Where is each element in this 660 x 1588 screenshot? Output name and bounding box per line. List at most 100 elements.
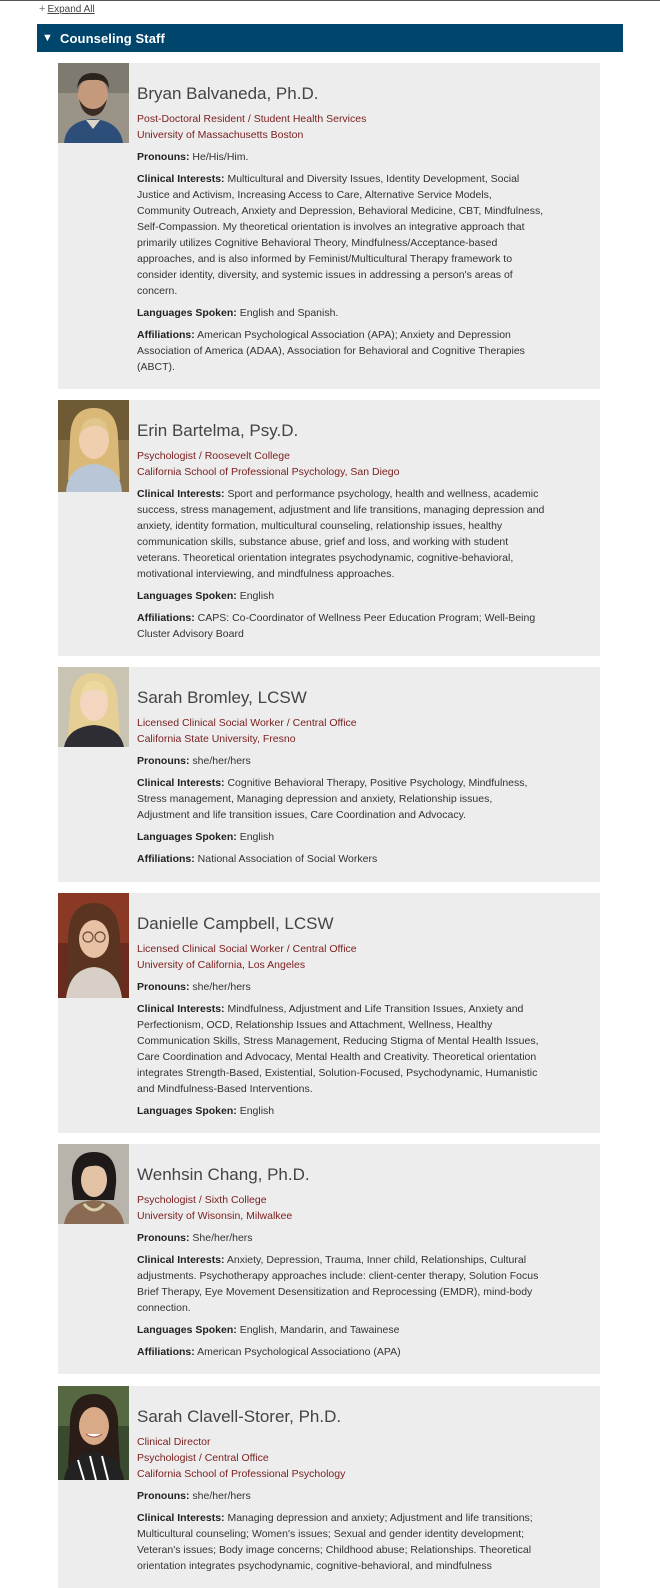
languages-label: Languages Spoken: <box>137 307 237 319</box>
affiliations-value: National Association of Social Workers <box>197 853 378 865</box>
staff-languages: Languages Spoken: English <box>137 1103 547 1119</box>
staff-education: California School of Professional Psycho… <box>137 1468 346 1480</box>
staff-roles: Clinical Director Psychologist / Central… <box>137 1434 547 1482</box>
staff-languages: Languages Spoken: English <box>137 829 547 845</box>
clinical-label: Clinical Interests: <box>137 1003 225 1015</box>
affiliations-label: Affiliations: <box>137 329 195 341</box>
pronouns-value: She/her/hers <box>192 1232 253 1244</box>
pronouns-value: He/His/Him. <box>192 151 249 163</box>
staff-education: California State University, Fresno <box>137 733 296 745</box>
staff-name: Danielle Campbell, LCSW <box>137 914 334 933</box>
section-header-counseling-staff[interactable]: ▼ Counseling Staff <box>37 24 623 52</box>
staff-affiliations: Affiliations: National Association of So… <box>137 851 547 867</box>
pronouns-label: Pronouns: <box>137 755 190 767</box>
staff-roles: Psychologist / Sixth College University … <box>137 1192 547 1224</box>
staff-card: Danielle Campbell, LCSW Licensed Clinica… <box>58 893 600 1133</box>
staff-role: Psychologist / Sixth College <box>137 1194 267 1206</box>
languages-value: English <box>239 590 275 602</box>
staff-clinical-interests: Clinical Interests: Anxiety, Depression,… <box>137 1252 547 1316</box>
affiliations-label: Affiliations: <box>137 612 195 624</box>
staff-name: Erin Bartelma, Psy.D. <box>137 421 299 440</box>
staff-roles: Post-Doctoral Resident / Student Health … <box>137 111 547 143</box>
staff-pronouns: Pronouns: she/her/hers <box>137 979 547 995</box>
staff-card: Wenhsin Chang, Ph.D. Psychologist / Sixt… <box>58 1144 600 1374</box>
pronouns-label: Pronouns: <box>137 981 190 993</box>
pronouns-value: she/her/hers <box>192 1490 251 1502</box>
staff-title: Clinical Director <box>137 1436 211 1448</box>
staff-roles: Psychologist / Roosevelt College Califor… <box>137 448 547 480</box>
staff-affiliations: Affiliations: American Psychological Ass… <box>137 1344 547 1360</box>
staff-roles: Licensed Clinical Social Worker / Centra… <box>137 941 547 973</box>
languages-label: Languages Spoken: <box>137 831 237 843</box>
clinical-value: Multicultural and Diversity Issues, Iden… <box>137 173 544 297</box>
staff-pronouns: Pronouns: she/her/hers <box>137 753 547 769</box>
clinical-label: Clinical Interests: <box>137 1254 225 1266</box>
languages-label: Languages Spoken: <box>137 590 237 602</box>
top-divider <box>0 0 660 1</box>
pronouns-label: Pronouns: <box>137 1232 190 1244</box>
staff-education: University of Massachusetts Boston <box>137 129 304 141</box>
staff-pronouns: Pronouns: He/His/Him. <box>137 149 547 165</box>
staff-card: Sarah Clavell-Storer, Ph.D. Clinical Dir… <box>58 1386 600 1588</box>
staff-role: Psychologist / Central Office <box>137 1452 269 1464</box>
affiliations-value: CAPS: Co-Coordinator of Wellness Peer Ed… <box>137 612 536 640</box>
affiliations-value: American Psychological Associationo (APA… <box>197 1346 401 1358</box>
staff-photo <box>58 893 129 998</box>
plus-icon: + <box>39 3 46 15</box>
staff-pronouns: Pronouns: she/her/hers <box>137 1488 547 1504</box>
pronouns-value: she/her/hers <box>192 981 251 993</box>
staff-clinical-interests: Clinical Interests: Cognitive Behavioral… <box>137 775 547 823</box>
staff-clinical-interests: Clinical Interests: Mindfulness, Adjustm… <box>137 1001 547 1097</box>
staff-pronouns: Pronouns: She/her/hers <box>137 1230 547 1246</box>
staff-name: Bryan Balvaneda, Ph.D. <box>137 84 319 103</box>
clinical-label: Clinical Interests: <box>137 777 225 789</box>
expand-all-link[interactable]: Expand All <box>47 4 94 15</box>
staff-clinical-interests: Clinical Interests: Multicultural and Di… <box>137 171 547 299</box>
staff-name: Sarah Bromley, LCSW <box>137 688 307 707</box>
pronouns-label: Pronouns: <box>137 1490 190 1502</box>
affiliations-value: American Psychological Association (APA)… <box>137 329 525 373</box>
languages-value: English <box>239 831 275 843</box>
staff-languages: Languages Spoken: English and Spanish. <box>137 305 547 321</box>
languages-label: Languages Spoken: <box>137 1324 237 1336</box>
pronouns-value: she/her/hers <box>192 755 251 767</box>
staff-card: Erin Bartelma, Psy.D. Psychologist / Roo… <box>58 400 600 656</box>
staff-photo <box>58 400 129 492</box>
languages-value: English and Spanish. <box>239 307 339 319</box>
staff-education: University of Wisonsin, Milwalkee <box>137 1210 293 1222</box>
staff-affiliations: Affiliations: American Psychological Ass… <box>137 327 547 375</box>
expand-all-control[interactable]: + Expand All <box>39 3 95 15</box>
staff-affiliations: Affiliations: CAPS: Co-Coordinator of We… <box>137 610 547 642</box>
staff-name: Sarah Clavell-Storer, Ph.D. <box>137 1407 342 1426</box>
staff-languages: Languages Spoken: English <box>137 588 547 604</box>
staff-roles: Licensed Clinical Social Worker / Centra… <box>137 715 547 747</box>
caret-down-icon: ▼ <box>42 32 53 44</box>
clinical-label: Clinical Interests: <box>137 488 225 500</box>
staff-photo <box>58 63 129 143</box>
staff-photo <box>58 667 129 747</box>
clinical-label: Clinical Interests: <box>137 173 225 185</box>
staff-name: Wenhsin Chang, Ph.D. <box>137 1165 310 1184</box>
affiliations-label: Affiliations: <box>137 1346 195 1358</box>
staff-role: Psychologist / Roosevelt College <box>137 450 290 462</box>
pronouns-label: Pronouns: <box>137 151 190 163</box>
staff-education: California School of Professional Psycho… <box>137 466 400 478</box>
languages-value: English, Mandarin, and Tawainese <box>239 1324 400 1336</box>
languages-value: English <box>239 1105 275 1117</box>
staff-languages: Languages Spoken: English, Mandarin, and… <box>137 1322 547 1338</box>
staff-education: University of California, Los Angeles <box>137 959 306 971</box>
staff-photo <box>58 1386 129 1480</box>
staff-photo <box>58 1144 129 1224</box>
clinical-value: Mindfulness, Adjustment and Life Transit… <box>137 1003 539 1095</box>
staff-clinical-interests: Clinical Interests: Sport and performanc… <box>137 486 547 582</box>
clinical-label: Clinical Interests: <box>137 1512 225 1524</box>
staff-card: Sarah Bromley, LCSW Licensed Clinical So… <box>58 667 600 882</box>
staff-clinical-interests: Clinical Interests: Managing depression … <box>137 1510 547 1574</box>
staff-role: Licensed Clinical Social Worker / Centra… <box>137 943 357 955</box>
clinical-value: Sport and performance psychology, health… <box>137 488 545 580</box>
affiliations-label: Affiliations: <box>137 853 195 865</box>
languages-label: Languages Spoken: <box>137 1105 237 1117</box>
staff-card: Bryan Balvaneda, Ph.D. Post-Doctoral Res… <box>58 63 600 389</box>
staff-role: Licensed Clinical Social Worker / Centra… <box>137 717 357 729</box>
section-title: Counseling Staff <box>60 30 165 46</box>
